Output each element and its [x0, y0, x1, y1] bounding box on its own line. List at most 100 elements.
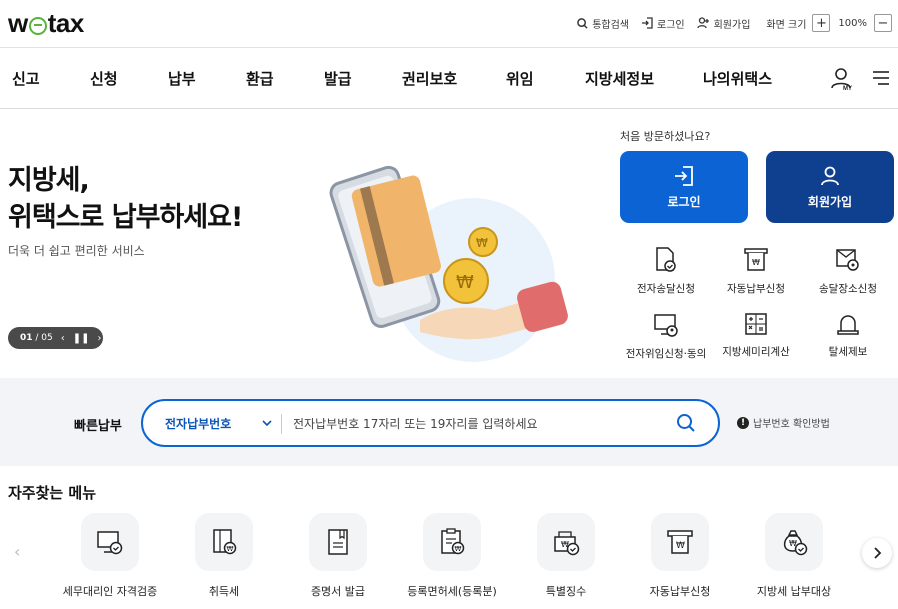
login-link-label: 로그인 — [657, 19, 685, 31]
nav-item-report[interactable]: 신고 — [12, 68, 40, 89]
integrated-search-link[interactable]: 통합검색 — [577, 16, 629, 31]
svg-text:₩: ₩ — [476, 236, 488, 250]
login-button-label: 로그인 — [667, 194, 701, 209]
main-nav: 신고 신청 납부 환급 발급 권리보호 위임 지방세정보 나의위택스 MY — [0, 48, 898, 109]
nav-item-refund[interactable]: 환급 — [246, 68, 274, 89]
svg-text:₩: ₩ — [227, 545, 234, 553]
frequent-item-label: 취득세 — [208, 585, 240, 598]
search-icon[interactable] — [676, 413, 696, 433]
service-e-delegation[interactable]: 전자위임신청·동의 — [616, 312, 716, 361]
nav-item-rights[interactable]: 권리보호 — [402, 68, 457, 89]
chevron-left-icon[interactable]: ‹ — [14, 542, 20, 561]
service-delivery-address[interactable]: 송달장소신청 — [798, 247, 898, 296]
box-won-icon: ₩ — [554, 531, 580, 556]
join-button[interactable]: 회원가입 — [766, 151, 894, 223]
nav-item-apply[interactable]: 신청 — [90, 68, 118, 89]
nav-item-pay[interactable]: 납부 — [168, 68, 196, 89]
my-page-icon[interactable]: MY — [830, 66, 856, 92]
help-label: 납부번호 확인방법 — [753, 419, 830, 430]
hero-title: 지방세, 위택스로 납부하세요! — [8, 162, 243, 236]
nav-item-delegate[interactable]: 위임 — [506, 68, 534, 89]
join-button-label: 회원가입 — [807, 194, 853, 209]
icon-box: ₩ — [423, 513, 481, 571]
service-label: 전자위임신청·동의 — [625, 348, 707, 360]
quick-pay-label: 빠른납부 — [74, 419, 122, 434]
frequent-item-auto-pay[interactable]: ₩ 자동납부신청 — [625, 513, 735, 599]
logo-text-w: w — [8, 8, 28, 38]
prev-slide-icon[interactable]: ‹ — [61, 333, 65, 344]
nav-item-local-tax-info[interactable]: 지방세정보 — [585, 68, 654, 89]
service-label: 탈세제보 — [828, 346, 868, 358]
icon-box: ₩ — [537, 513, 595, 571]
search-icon — [577, 17, 588, 29]
hero-title-line2: 위택스로 납부하세요! — [8, 202, 243, 233]
frequent-item-certificate-issue[interactable]: 증명서 발급 — [283, 513, 393, 599]
divider — [281, 414, 282, 434]
calculator-icon — [745, 313, 767, 335]
next-slide-icon[interactable]: › — [98, 333, 102, 344]
chevron-right-icon — [874, 547, 882, 559]
frequent-item-label: 지방세 납부대상 — [756, 585, 832, 598]
next-button[interactable] — [862, 538, 892, 568]
frequent-item-label: 등록면허세(등록분) — [407, 585, 497, 598]
first-visit-question: 처음 방문하셨나요? — [620, 130, 711, 143]
service-label: 자동납부신청 — [727, 283, 785, 295]
hamburger-menu-icon[interactable] — [871, 70, 891, 86]
my-label: MY — [843, 86, 852, 92]
slide-controls: 01 / 05 ‹ ❚❚ › — [8, 327, 103, 349]
zoom-out-button[interactable]: − — [874, 14, 892, 32]
nav-item-my-wetax[interactable]: 나의위택스 — [703, 68, 772, 89]
zoom-in-button[interactable]: + — [812, 14, 831, 32]
service-tax-evasion-report[interactable]: 탈세제보 — [798, 312, 898, 359]
login-button[interactable]: 로그인 — [620, 151, 748, 223]
siren-icon — [837, 315, 859, 335]
user-icon — [821, 166, 839, 185]
frequent-item-payment-target[interactable]: ₩ 지방세 납부대상 — [739, 513, 849, 599]
svg-text:₩: ₩ — [752, 258, 760, 267]
frequent-item-label: 세무대리인 자격검증 — [62, 585, 158, 598]
service-label: 송달장소신청 — [819, 283, 877, 295]
icon-box: ₩ — [765, 513, 823, 571]
slide-current: 01 — [20, 333, 33, 343]
top-bar: w tax 통합검색 로그인 회원가입 화면 크기 + 100% − — [0, 0, 898, 48]
frequent-item-acquisition-tax[interactable]: ₩ 취득세 — [169, 513, 279, 599]
nav-item-issue[interactable]: 발급 — [324, 68, 352, 89]
integrated-search-label: 통합검색 — [592, 19, 629, 31]
frequent-menu-title: 자주찾는 메뉴 — [8, 484, 97, 502]
frequent-item-tax-agent-verify[interactable]: 세무대리인 자격검증 — [55, 513, 165, 599]
slide-total: / 05 — [35, 333, 53, 343]
wetax-logo[interactable]: w tax — [8, 8, 84, 39]
login-link[interactable]: 로그인 — [641, 16, 685, 31]
svg-text:₩: ₩ — [676, 541, 685, 551]
frequent-item-registration-license-tax[interactable]: ₩ 등록면허세(등록분) — [397, 513, 507, 599]
icon-box — [81, 513, 139, 571]
service-auto-pay[interactable]: ₩ 자동납부신청 — [706, 247, 806, 296]
service-label: 전자송달신청 — [637, 283, 695, 295]
service-e-delivery[interactable]: 전자송달신청 — [616, 247, 716, 296]
auto-pay-icon: ₩ — [667, 530, 693, 554]
payment-number-input[interactable] — [293, 411, 663, 437]
quick-pay-section: 빠른납부 전자납부번호 ! 납부번호 확인방법 — [0, 378, 898, 466]
login-icon — [642, 17, 653, 29]
payment-number-help-link[interactable]: ! 납부번호 확인방법 — [737, 415, 830, 430]
monitor-check-icon — [97, 531, 123, 555]
frequent-item-label: 자동납부신청 — [649, 585, 711, 598]
login-icon — [675, 165, 693, 186]
pause-slide-icon[interactable]: ❚❚ — [73, 333, 90, 344]
join-link[interactable]: 회원가입 — [696, 16, 750, 31]
svg-text:₩: ₩ — [455, 545, 462, 553]
quick-pay-searchbox: 전자납부번호 — [141, 399, 720, 447]
hero-subtitle: 더욱 더 쉽고 편리한 서비스 — [8, 244, 145, 258]
auto-pay-icon: ₩ — [744, 248, 768, 271]
clipboard-won-icon: ₩ — [441, 528, 465, 555]
icon-box: ₩ — [195, 513, 253, 571]
service-label: 지방세미리계산 — [722, 346, 790, 358]
chevron-down-icon[interactable] — [261, 417, 273, 429]
certificate-icon — [328, 529, 348, 555]
logo-text-tax: tax — [47, 8, 85, 38]
service-tax-calculator[interactable]: 지방세미리계산 — [706, 312, 806, 359]
payment-type-select[interactable]: 전자납부번호 — [165, 415, 231, 432]
frequent-item-special-collection[interactable]: ₩ 특별징수 — [511, 513, 621, 599]
document-check-icon — [656, 247, 676, 272]
frequent-item-label: 특별징수 — [545, 585, 587, 598]
